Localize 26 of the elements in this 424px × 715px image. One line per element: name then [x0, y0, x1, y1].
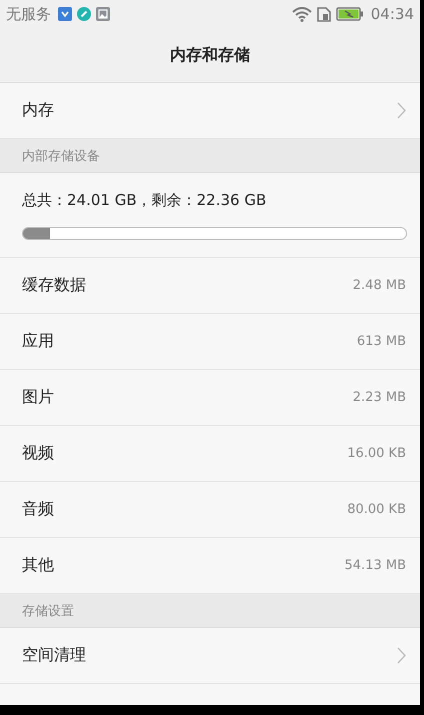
category-label: 视频 [22, 443, 54, 464]
section-header: 存储设置 [0, 594, 420, 628]
clock-text: 04:34 [370, 5, 414, 23]
category-label: 图片 [22, 387, 54, 408]
category-label: 其他 [22, 555, 54, 576]
wifi-icon [292, 6, 312, 22]
category-label: 应用 [22, 331, 54, 352]
category-label: 缓存数据 [22, 275, 86, 296]
size-value: 613 MB [356, 334, 406, 349]
notification-icon [58, 7, 72, 21]
size-value: 16.00 KB [347, 446, 406, 461]
size-value: 54.13 MB [344, 558, 406, 573]
chevron-right-icon [397, 647, 406, 664]
sim-card-icon [316, 6, 331, 22]
category-label: 音频 [22, 499, 54, 520]
size-value: 2.23 MB [352, 390, 406, 405]
section-header: 内部存储设备 [0, 139, 420, 173]
page-title: 内存和存储 [170, 44, 250, 66]
battery-icon [336, 7, 364, 21]
pencil-icon [77, 7, 91, 21]
storage-summary: 总共：24.01 GB，剩余：22.36 GB [22, 190, 268, 210]
carrier-text: 无服务 [6, 4, 51, 24]
chevron-right-icon [397, 102, 406, 119]
size-value: 2.48 MB [352, 278, 406, 293]
size-value: 80.00 KB [347, 502, 406, 517]
image-icon [96, 7, 110, 21]
